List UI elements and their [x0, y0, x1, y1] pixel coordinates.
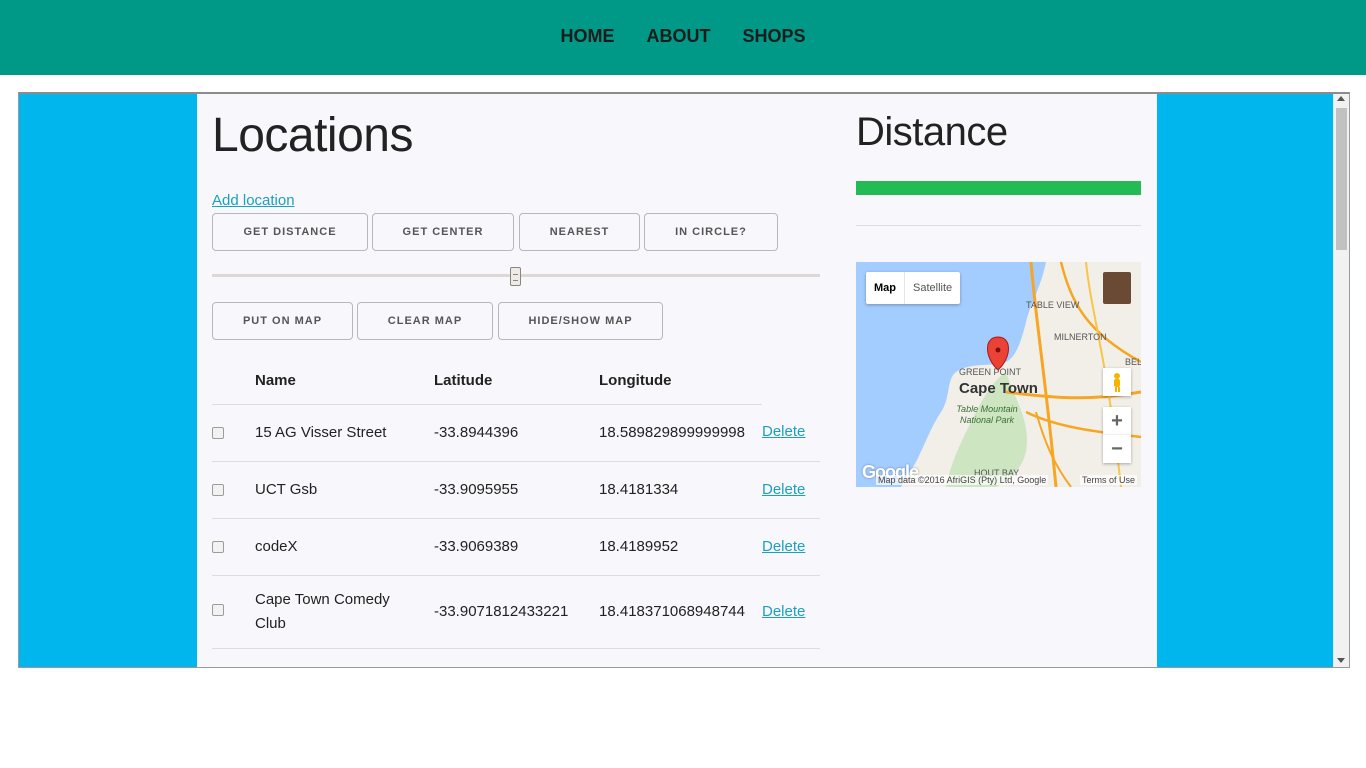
map-type-satellite-button[interactable]: Satellite [905, 272, 960, 304]
header-select [212, 358, 255, 405]
get-distance-button[interactable]: GET DISTANCE [212, 213, 368, 251]
map-type-map-button[interactable]: Map [866, 272, 905, 304]
delete-link[interactable]: Delete [762, 423, 805, 440]
cell-longitude: 18.418371068948744 [599, 575, 762, 649]
locations-title: Locations [212, 109, 413, 162]
scroll-down-arrow-icon[interactable] [1337, 658, 1345, 663]
nav-home-link[interactable]: HOME [560, 26, 614, 49]
distance-title: Distance [856, 110, 1008, 154]
map-label-milnerton: MILNERTON [1054, 332, 1107, 342]
row-checkbox[interactable] [212, 483, 224, 496]
header-latitude: Latitude [434, 358, 599, 405]
table-header-row: Name Latitude Longitude [212, 358, 820, 405]
scroll-up-arrow-icon[interactable] [1337, 96, 1345, 101]
cell-latitude: -33.9069389 [434, 518, 599, 576]
clear-map-button[interactable]: CLEAR MAP [357, 302, 493, 340]
hide-show-map-button[interactable]: HIDE/SHOW MAP [498, 302, 663, 340]
header-name: Name [255, 358, 434, 405]
map-label-table-mountain: Table Mountain National Park [956, 404, 1018, 425]
nearest-button[interactable]: NEAREST [519, 213, 640, 251]
cell-name: UCT Gsb [255, 461, 434, 519]
locations-table: Name Latitude Longitude 15 AG Visser Str… [212, 358, 820, 667]
cell-longitude: 18.4181334 [599, 461, 762, 519]
distance-progress-bar [856, 181, 1141, 195]
distance-progress-fill [856, 181, 1141, 195]
cell-longitude: 18.4189952 [599, 518, 762, 576]
header-actions [762, 358, 820, 404]
nav-shops-link[interactable]: SHOPS [742, 26, 805, 49]
table-row: 15 AG Visser Street -33.8944396 18.58982… [212, 404, 820, 462]
header-longitude: Longitude [599, 358, 762, 405]
scroll-thumb[interactable] [1336, 108, 1347, 250]
zoom-in-button[interactable]: + [1103, 407, 1131, 435]
add-location-link[interactable]: Add location [212, 192, 295, 209]
content-frame: Locations Add location GET DISTANCE GET … [18, 92, 1350, 668]
row-checkbox[interactable] [212, 540, 224, 553]
map-type-control: Map Satellite [866, 272, 961, 304]
cell-latitude: -33.9095955 [434, 461, 599, 519]
map-terms-link[interactable]: Terms of Use [1079, 475, 1137, 485]
in-circle-button[interactable]: IN CIRCLE? [644, 213, 778, 251]
nav-about-link[interactable]: ABOUT [646, 26, 710, 49]
user-avatar [1103, 272, 1131, 304]
cell-longitude: 18.589829899999998 [599, 404, 762, 462]
map-label-bel: BEL [1125, 357, 1141, 367]
table-row: Cape Town Comedy Club -33.9071812433221 … [212, 575, 820, 649]
cell-latitude: -33.9071812433221 [434, 575, 599, 649]
map-label-table-view: TABLE VIEW [1026, 300, 1080, 310]
cell-latitude: -33.8944396 [434, 404, 599, 462]
put-on-map-button[interactable]: PUT ON MAP [212, 302, 353, 340]
table-row: UCT Gsb -33.9095955 18.4181334 Delete [212, 461, 820, 519]
frame-scrollbar[interactable] [1333, 94, 1349, 667]
get-center-button[interactable]: GET CENTER [372, 213, 514, 251]
row-checkbox[interactable] [212, 426, 224, 439]
map-attribution: Map data ©2016 AfriGIS (Pty) Ltd, Google [876, 475, 1049, 485]
radius-slider-handle[interactable] [510, 267, 521, 286]
main-panel: Locations Add location GET DISTANCE GET … [197, 94, 1157, 667]
cell-name: codeX [255, 518, 434, 576]
zoom-out-button[interactable]: − [1103, 435, 1131, 463]
table-row [212, 648, 820, 667]
street-view-pegman-icon[interactable] [1103, 368, 1131, 396]
cell-name: 15 AG Visser Street [255, 404, 434, 462]
delete-link[interactable]: Delete [762, 538, 805, 555]
divider [856, 225, 1141, 226]
google-map[interactable]: Map Satellite TABLE VIEW MILNERTON BEL G… [856, 262, 1141, 487]
map-label-green-point: GREEN POINT [959, 367, 1022, 377]
map-label-cape-town: Cape Town [959, 380, 1038, 397]
delete-link[interactable]: Delete [762, 603, 805, 620]
top-nav: HOME ABOUT SHOPS [0, 0, 1366, 75]
delete-link[interactable]: Delete [762, 481, 805, 498]
cell-name: Cape Town Comedy Club [255, 575, 434, 649]
table-row: codeX -33.9069389 18.4189952 Delete [212, 518, 820, 576]
row-checkbox[interactable] [212, 603, 224, 616]
